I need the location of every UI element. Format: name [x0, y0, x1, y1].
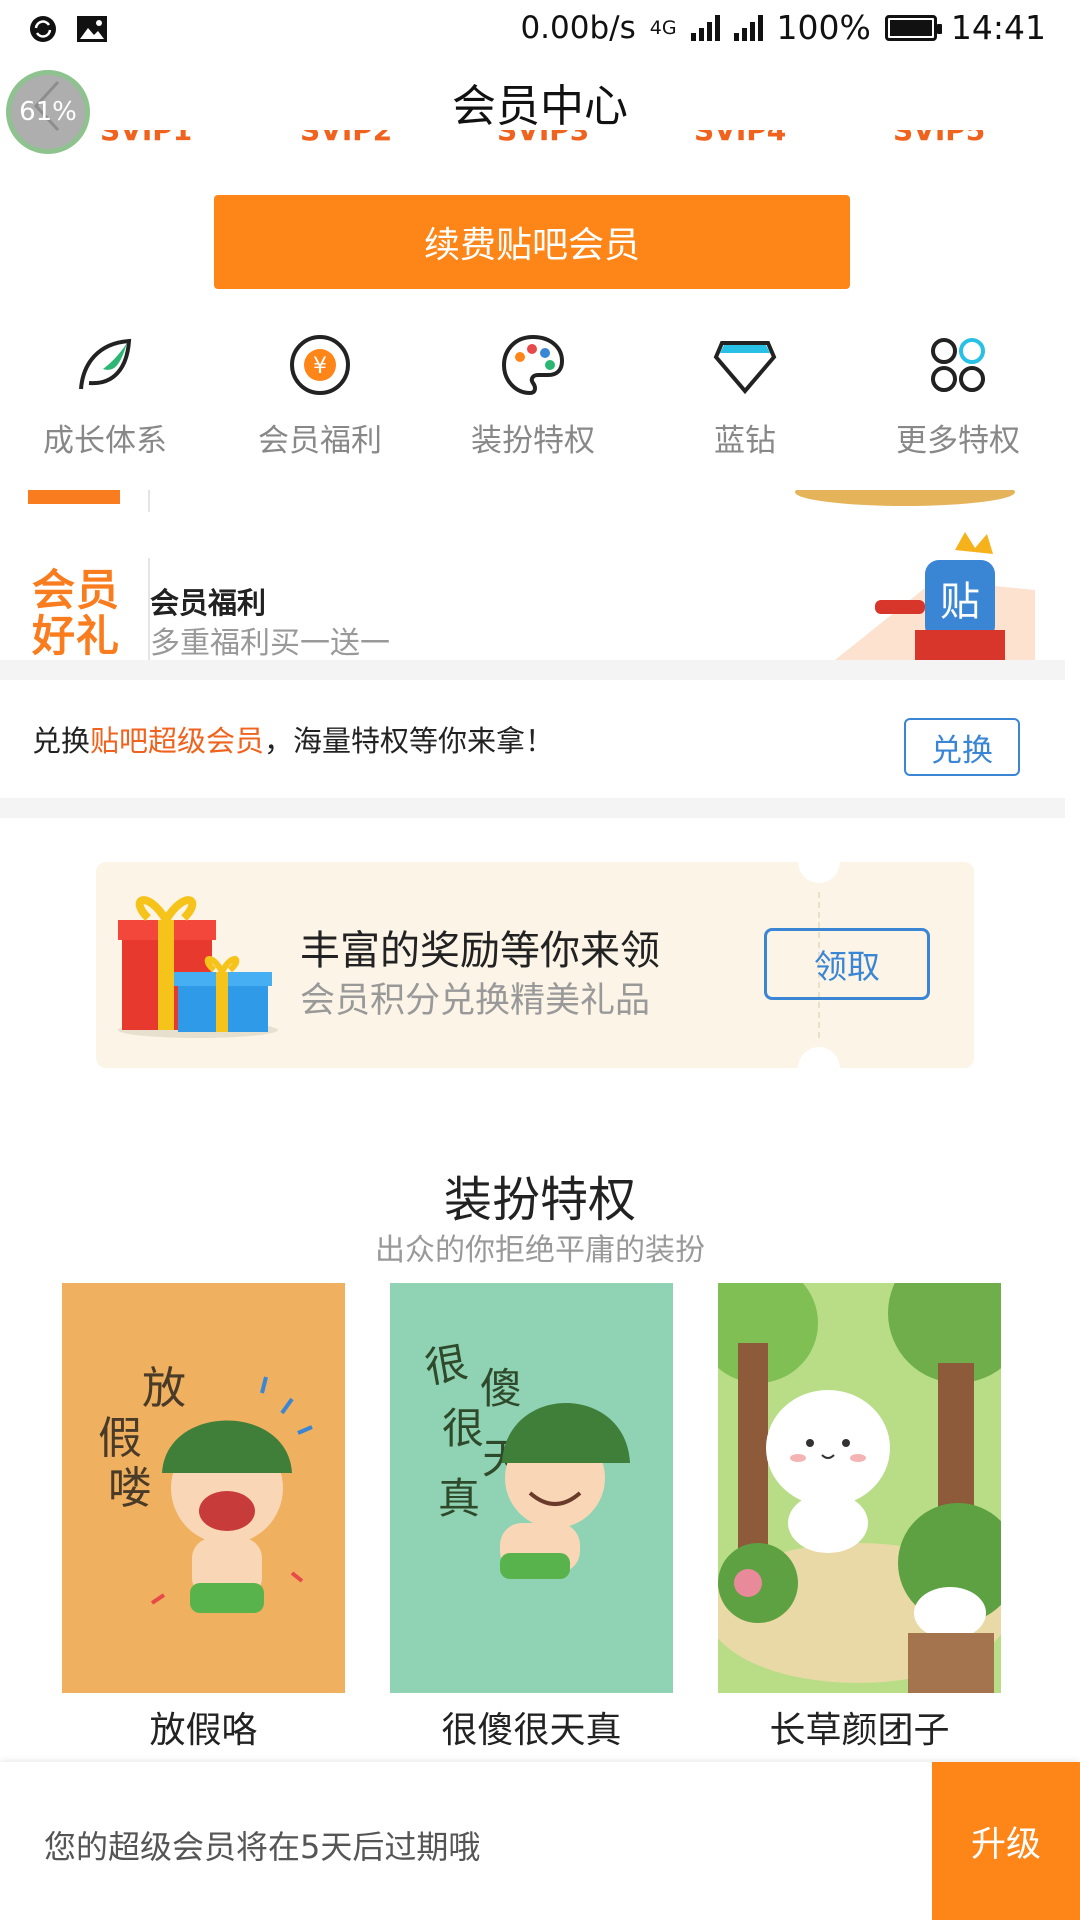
svg-text:傻: 傻	[480, 1364, 522, 1413]
dress-thumbnail: 很 傻 很 天 真	[390, 1283, 673, 1693]
svip-level-4: SVIP4	[694, 130, 787, 147]
sync-icon	[30, 16, 56, 42]
dress-name: 长草颜团子	[769, 1710, 950, 1751]
svg-text:¥: ¥	[313, 354, 327, 379]
nav-item-benefits[interactable]: ¥ 会员福利	[220, 325, 420, 460]
banner-subtitle: 多重福利买一送一	[150, 626, 390, 660]
floating-progress-badge[interactable]: 61%	[6, 70, 90, 154]
status-left-icons	[28, 14, 108, 44]
svg-text:假: 假	[98, 1413, 142, 1464]
clock: 14:41	[950, 8, 1046, 47]
dress-card[interactable]: 长草颜团子	[718, 1283, 1001, 1753]
reward-ticket-card[interactable]: 丰富的奖励等你来领 会员积分兑换精美礼品 领取	[96, 841, 974, 1089]
nav-label: 成长体系	[43, 423, 167, 459]
svg-text:贴: 贴	[940, 579, 980, 625]
expire-notice: 您的超级会员将在5天后过期哦	[44, 1828, 481, 1866]
dress-card[interactable]: 放 假 喽 放假咯	[62, 1283, 345, 1753]
nav-label: 装扮特权	[471, 423, 595, 459]
upgrade-button[interactable]: 升级	[932, 1762, 1080, 1920]
signal-icon	[690, 14, 720, 41]
section-subtitle: 出众的你拒绝平庸的装扮	[375, 1233, 705, 1268]
nav-label: 会员福利	[258, 423, 382, 459]
svg-text:放: 放	[142, 1363, 186, 1414]
battery-percent: 100%	[776, 8, 871, 47]
ticket-notch	[798, 1047, 840, 1089]
signal-icon-2	[733, 14, 763, 41]
yen-coin-icon: ¥	[290, 335, 350, 395]
banner-title: 会员福利	[150, 586, 267, 620]
nav-item-dress[interactable]: 装扮特权	[433, 325, 633, 460]
nav-item-blue-diamond[interactable]: 蓝钻	[645, 325, 845, 460]
battery-icon	[884, 14, 942, 41]
banner-logo-line: 会员	[32, 566, 120, 616]
nav-label: 更多特权	[896, 423, 1020, 459]
soldier-illustration: 放 假 喽	[98, 1363, 313, 1613]
claim-button[interactable]: 领取	[764, 928, 930, 1000]
reward-subtitle: 会员积分兑换精美礼品	[300, 981, 651, 1021]
dress-name: 放假咯	[149, 1710, 258, 1751]
network-speed: 0.00b/s	[520, 9, 636, 46]
diamond-icon	[713, 341, 777, 395]
svip-level-row: SVIP1 SVIP2 SVIP3 SVIP4 SVIP5	[0, 130, 1080, 158]
ticket-notch	[798, 841, 840, 883]
nav-item-growth[interactable]: 成长体系	[5, 325, 205, 460]
section-separator	[0, 798, 1065, 818]
status-bar: 0.00b/s 4G 100% 14:41	[0, 0, 1080, 62]
dumpling-illustration	[718, 1283, 1001, 1693]
exchange-text-suffix: ，海量特权等你来拿！	[264, 724, 555, 758]
renew-membership-button[interactable]: 续费贴吧会员	[214, 195, 850, 289]
gift-box-icon	[118, 896, 278, 1038]
soldier-illustration: 很 傻 很 天 真	[421, 1337, 630, 1579]
page-title: 会员中心	[452, 81, 628, 132]
network-type: 4G	[649, 16, 677, 39]
svg-text:很: 很	[421, 1337, 471, 1393]
reward-title: 丰富的奖励等你来领	[300, 928, 660, 974]
svg-text:很: 很	[442, 1404, 484, 1453]
benefits-banner[interactable]: 会员 好礼 会员福利 多重福利买一送一 贴	[0, 530, 1065, 660]
exchange-row: 兑换贴吧超级会员，海量特权等你来拿！ 兑换	[0, 680, 1065, 798]
mascot-illustration: 贴	[835, 532, 1035, 660]
dress-cards: 放 假 喽 放假咯 很 傻 很 天 真 很傻很天真 长草颜团子	[0, 1283, 1080, 1783]
svg-text:喽: 喽	[108, 1463, 152, 1514]
nav-item-more[interactable]: 更多特权	[858, 325, 1058, 460]
section-title: 装扮特权	[443, 1172, 636, 1228]
privilege-nav: 成长体系 ¥ 会员福利 装扮特权 蓝钻 更多特权	[0, 325, 1080, 465]
svip-level-3: SVIP3	[497, 130, 590, 147]
dress-thumbnail: 放 假 喽	[62, 1283, 345, 1693]
dress-card[interactable]: 很 傻 很 天 真 很傻很天真	[390, 1283, 673, 1753]
palette-icon	[501, 334, 565, 396]
exchange-button[interactable]: 兑换	[904, 718, 1020, 776]
status-right: 0.00b/s 4G 100% 14:41	[520, 8, 1046, 47]
svip-level-1: SVIP1	[100, 130, 193, 147]
nav-label: 蓝钻	[714, 423, 776, 459]
grid-more-icon	[931, 338, 985, 392]
bottom-bar: 您的超级会员将在5天后过期哦 升级	[0, 1762, 1080, 1920]
leaf-icon	[79, 338, 132, 390]
exchange-text-prefix: 兑换	[32, 724, 91, 758]
banner-previous-slide-edge	[0, 490, 1065, 512]
svip-level-2: SVIP2	[300, 130, 393, 147]
svip-level-5: SVIP5	[893, 130, 986, 147]
section-separator	[0, 660, 1065, 680]
exchange-text: 兑换贴吧超级会员，海量特权等你来拿！	[32, 718, 554, 760]
dress-name: 很傻很天真	[441, 1710, 622, 1751]
image-icon	[77, 16, 107, 42]
banner-logo: 会员 好礼	[32, 568, 128, 660]
banner-logo-line: 好礼	[32, 612, 120, 660]
svg-text:真: 真	[438, 1474, 480, 1523]
dress-thumbnail	[718, 1283, 1001, 1693]
exchange-text-highlight: 贴吧超级会员	[90, 724, 265, 758]
